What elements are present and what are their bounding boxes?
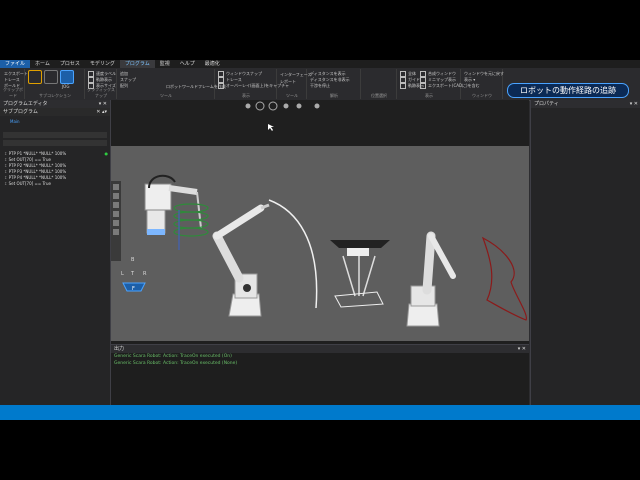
subcollection-group: JOG サブコレクション	[26, 69, 85, 99]
display-dropdown[interactable]: 表示 ▾	[464, 77, 475, 83]
subprogram-tools-icon[interactable]: ✕ ▴▾	[96, 108, 107, 116]
program-editor-title: プログラムエディタ ▾ ✕	[0, 100, 110, 108]
jog-label: JOG	[62, 84, 70, 89]
group-label-tool: ツール	[160, 93, 172, 98]
statement-toolbar-2[interactable]	[3, 140, 107, 146]
menu-help[interactable]: ヘルプ	[175, 60, 200, 68]
interference-group: インターフェース レポート ツール	[278, 69, 312, 99]
menu-program[interactable]: プログラム	[119, 60, 155, 68]
six-axis-robot-1	[212, 203, 270, 317]
report-button[interactable]: レポート	[280, 79, 296, 85]
subprogram-header: サブプログラム ✕ ▴▾	[0, 108, 110, 116]
program-editor-panel: プログラムエディタ ▾ ✕ サブプログラム ✕ ▴▾ Main ↕ PTP P1 *…	[0, 100, 111, 405]
letterbox-top	[0, 0, 640, 60]
menu-bar: ファイル ホーム プロセス モデリング プログラム 監視 ヘルプ 最適化	[0, 60, 640, 68]
tool-group: 追加 スナップ 配列 ロボットワールドフレームを作成 ツール	[118, 69, 226, 99]
program-line[interactable]: ↕ Set OUT[70] == True	[0, 181, 110, 187]
view-tool-icon	[113, 229, 119, 235]
navigation-cube[interactable]: B L R T F	[119, 255, 149, 293]
menu-process[interactable]: プロセス	[55, 60, 85, 68]
view-tool-icon	[113, 193, 119, 199]
snap-group: 速度ラベル 軌跡表示 表示サイズ グラフィックスナップ	[86, 69, 117, 99]
group-label-clipboard: クリップボード	[3, 87, 23, 98]
jog-tool-icon[interactable]	[60, 70, 74, 84]
position-group: 位置選択	[362, 69, 397, 99]
view-tools-strip[interactable]	[111, 181, 121, 261]
panel-pin-close-icon[interactable]: ▾ ✕	[99, 100, 107, 108]
interference-button[interactable]: インターフェース	[280, 72, 312, 78]
tutorial-callout: ロボットの動作経路の追跡	[507, 83, 629, 98]
output-line: Generic Scara Robot: Action: TraceOn exe…	[114, 361, 238, 366]
red-trace	[481, 236, 527, 321]
playback-controls	[245, 101, 320, 111]
properties-pin-close-icon[interactable]: ▾ ✕	[630, 100, 638, 108]
view-tool-icon	[113, 220, 119, 226]
clipboard-group: エクスポート トレース ボールド クリップボード	[2, 69, 28, 99]
view-group: ウィンドウスナップ トレース オーバーレイ(画面上)をキャプチャ 表示	[216, 69, 289, 99]
menu-file[interactable]: ファイル	[0, 60, 31, 68]
view-tool-icon	[113, 211, 119, 217]
scara-robot	[144, 174, 202, 235]
navcube-center: T	[130, 271, 135, 277]
group-label-snap: グラフィックスナップ	[87, 87, 115, 98]
menu-home[interactable]: ホーム	[30, 60, 55, 68]
properties-title: プロパティ ▾ ✕	[531, 100, 640, 108]
ribbon-array[interactable]: 配列	[120, 83, 128, 89]
menu-modeling[interactable]: モデリング	[85, 60, 120, 68]
move-tool-icon[interactable]	[44, 70, 58, 84]
arc-trace	[268, 199, 318, 309]
menu-monitor[interactable]: 監視	[155, 60, 175, 68]
output-panel: 出力 ▾ ✕ Generic Scara Robot: Action: Trace…	[111, 344, 529, 407]
view-tool-icon	[113, 202, 119, 208]
group-label-window: ウィンドウ	[472, 93, 492, 98]
ribbon: エクスポート トレース ボールド クリップボード JOG サブコレクション 速度…	[0, 68, 640, 101]
letterbox-bottom	[0, 420, 640, 480]
navcube-top: B	[131, 257, 135, 263]
navcube-left: L	[121, 271, 124, 277]
output-pin-close-icon[interactable]: ▾ ✕	[518, 345, 526, 353]
navcube-front: F	[132, 286, 135, 292]
six-axis-robot-2	[406, 231, 456, 327]
navcube-right: R	[143, 271, 147, 277]
trace-tool-icon[interactable]	[28, 70, 42, 84]
menu-optimize[interactable]: 最適化	[200, 60, 225, 68]
group-label-analysis: 解析	[330, 93, 338, 98]
output-title: 出力 ▾ ✕	[111, 345, 529, 353]
mouse-cursor-icon	[268, 124, 274, 131]
group-label-position: 位置選択	[371, 93, 387, 98]
display-group: 全体 ガイド 軌跡表示 合成ウィンドウ ミニマップ表示 エクスポート(CADに)…	[398, 69, 480, 99]
properties-panel: プロパティ ▾ ✕	[530, 100, 640, 420]
group-label-display: 表示	[425, 93, 433, 98]
stop-interference-button[interactable]: 干渉を停止	[310, 83, 330, 89]
group-label-tool2: ツール	[286, 93, 298, 98]
statement-toolbar[interactable]	[3, 132, 107, 138]
delta-robot	[330, 240, 390, 308]
group-label-subcollection: サブコレクション	[39, 93, 71, 98]
window-group: ウィンドウを元に戻す 表示 ▾ ウィンドウ	[462, 69, 504, 99]
output-line: Generic Scara Robot: Action: TraceOn exe…	[114, 354, 232, 359]
collision-group: ディスタンスを表示 ディスタンスを非表示 干渉を停止 解析	[308, 69, 361, 99]
status-bar	[0, 405, 640, 420]
app-window: ファイル ホーム プロセス モデリング プログラム 監視 ヘルプ 最適化 エクス…	[0, 60, 640, 420]
view-tool-icon	[113, 184, 119, 190]
group-label-view: 表示	[242, 93, 250, 98]
